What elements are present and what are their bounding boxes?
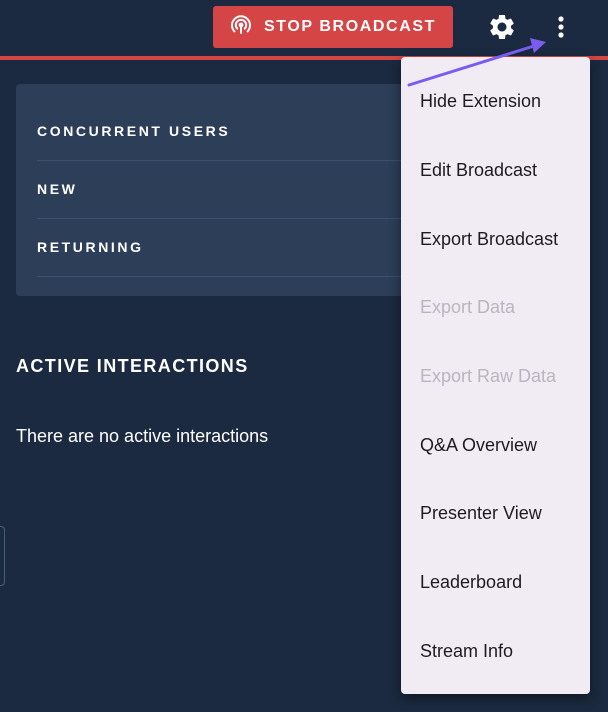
menu-item-qa-overview[interactable]: Q&A Overview: [401, 423, 590, 467]
kebab-menu-icon[interactable]: [550, 12, 572, 42]
menu-item-export-data: Export Data: [420, 296, 516, 317]
stop-broadcast-button[interactable]: STOP BROADCAST: [213, 6, 453, 48]
broadcast-page: STOP BROADCAST CONCURRENT USERS NEW RETU…: [0, 0, 608, 712]
stat-row-returning: RETURNING: [37, 218, 417, 277]
menu-item-export-raw-data: Export Raw Data: [420, 365, 557, 386]
stat-label: CONCURRENT USERS: [37, 123, 231, 139]
menu-item-presenter-view[interactable]: Presenter View: [401, 491, 590, 535]
stop-broadcast-label: STOP BROADCAST: [263, 18, 437, 35]
more-options-menu: Hide Extension Edit Broadcast Export Bro…: [401, 57, 590, 694]
stat-label: NEW: [37, 181, 78, 197]
menu-item-hide-extension[interactable]: Hide Extension: [401, 79, 590, 123]
menu-item-export-broadcast[interactable]: Export Broadcast: [401, 217, 590, 261]
stats-card: CONCURRENT USERS NEW RETURNING: [16, 84, 436, 296]
menu-item-stream-info[interactable]: Stream Info: [401, 629, 590, 673]
empty-interactions-text: There are no active interactions: [16, 426, 269, 446]
menu-item-edit-broadcast[interactable]: Edit Broadcast: [401, 148, 590, 192]
gear-icon[interactable]: [487, 12, 517, 42]
stat-label: RETURNING: [37, 239, 144, 255]
top-bar: STOP BROADCAST: [0, 0, 608, 57]
broadcast-icon: [230, 14, 252, 41]
menu-item-leaderboard[interactable]: Leaderboard: [401, 560, 590, 604]
stat-row-new: NEW: [37, 160, 417, 219]
side-panel-handle[interactable]: [0, 526, 5, 586]
stat-row-concurrent-users: CONCURRENT USERS: [37, 102, 417, 161]
active-interactions-title: ACTIVE INTERACTIONS: [16, 356, 249, 376]
